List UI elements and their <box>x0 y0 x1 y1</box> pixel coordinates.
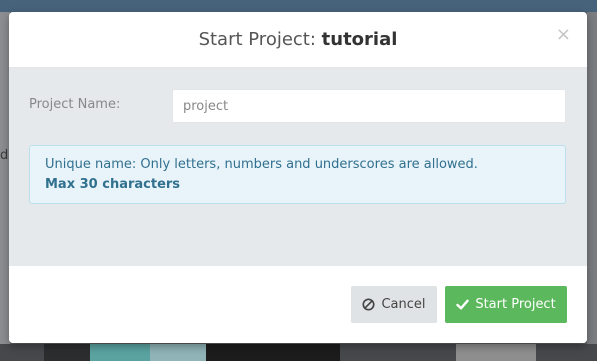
close-icon[interactable]: × <box>556 26 571 44</box>
dialog-header: Start Project: tutorial × <box>9 12 587 68</box>
info-alert: Unique name: Only letters, numbers and u… <box>29 145 566 204</box>
project-name-input[interactable] <box>172 89 566 123</box>
cancel-button[interactable]: Cancel <box>351 286 437 323</box>
project-name-label: Project Name: <box>29 97 121 112</box>
ban-icon <box>362 298 376 311</box>
dialog-footer: Cancel Start Project <box>9 266 587 343</box>
start-project-button[interactable]: Start Project <box>445 286 567 323</box>
background-thumbnail <box>44 344 90 361</box>
background-text-fragment: d <box>0 148 9 163</box>
check-icon <box>456 299 470 310</box>
start-project-dialog: Start Project: tutorial × Project Name: … <box>9 12 587 343</box>
dialog-title-project-name: tutorial <box>321 29 398 50</box>
background-thumbnail <box>90 344 150 361</box>
background-thumbnail <box>456 344 536 361</box>
background-right-panel <box>587 12 597 361</box>
background-thumbnail <box>206 344 340 361</box>
cancel-button-label: Cancel <box>381 297 426 312</box>
start-project-button-label: Start Project <box>475 297 556 312</box>
background-app-header <box>0 0 597 12</box>
info-message: Unique name: Only letters, numbers and u… <box>45 157 478 172</box>
dialog-title: Start Project: tutorial <box>199 29 398 50</box>
background-thumbnail <box>150 344 206 361</box>
info-max-length: Max 30 characters <box>45 177 181 192</box>
dialog-title-prefix: Start Project: <box>198 29 316 50</box>
dialog-body: Project Name: Unique name: Only letters,… <box>9 68 587 266</box>
